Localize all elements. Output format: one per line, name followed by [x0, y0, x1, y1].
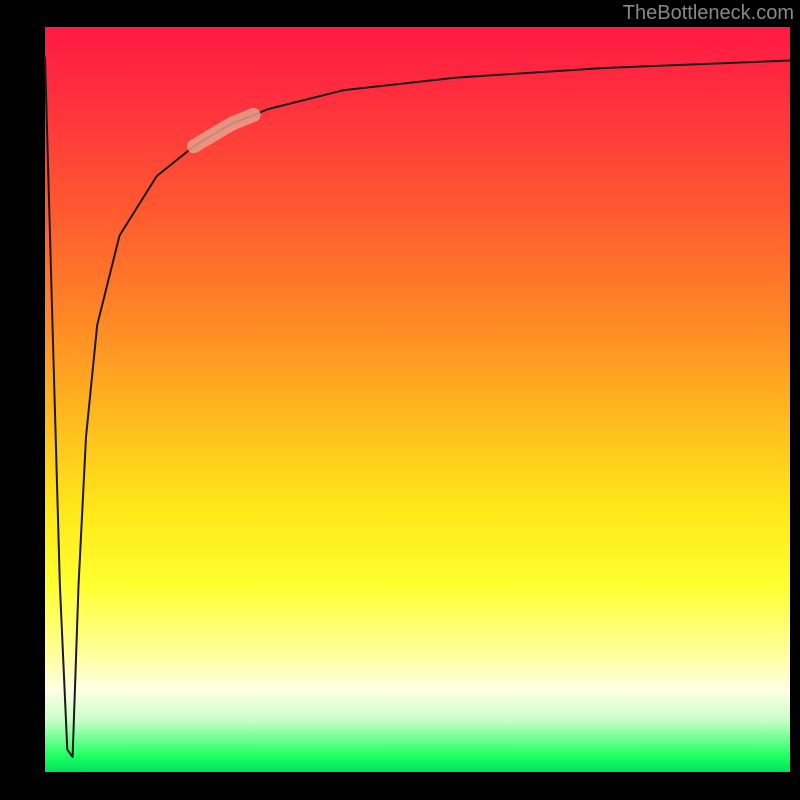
chart-area	[45, 27, 790, 772]
curve-svg	[45, 27, 790, 772]
bottleneck-curve-path	[45, 57, 790, 757]
curve-marker	[194, 115, 254, 146]
watermark-text: TheBottleneck.com	[623, 2, 794, 25]
